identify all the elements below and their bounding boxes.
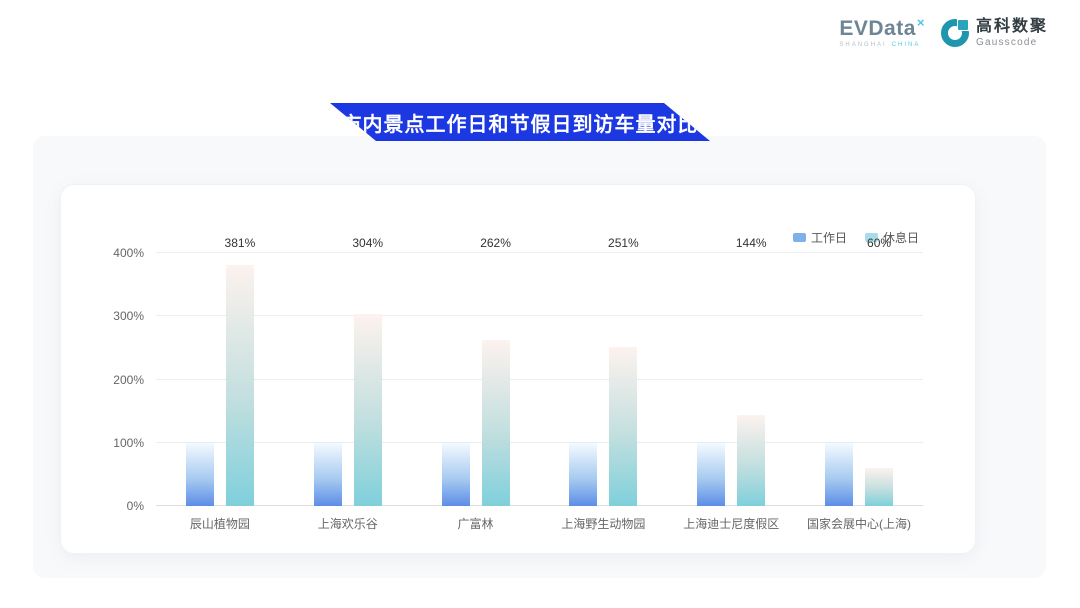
bar-restday: [609, 347, 637, 506]
bar-group: 381%辰山植物园: [186, 253, 254, 506]
bar-wrap: [569, 253, 597, 506]
bar-wrap: 304%: [354, 253, 382, 506]
gausscode-icon-square: [958, 20, 968, 30]
evdata-text: EVData: [839, 17, 916, 40]
bar-group: 262%广富林: [442, 253, 510, 506]
bar-workday: [825, 443, 853, 506]
legend-swatch: [793, 233, 806, 242]
category-label: 辰山植物园: [190, 515, 250, 532]
y-tick-label: 0%: [127, 499, 144, 513]
evdata-logo: EVData× SHANGHAI CHINA: [839, 18, 925, 48]
bar-wrap: 381%: [226, 253, 254, 506]
bar-wrap: 144%: [737, 253, 765, 506]
y-tick-label: 200%: [113, 373, 144, 387]
bar-restday: [354, 314, 382, 506]
bar-workday: [442, 443, 470, 506]
bar-group: 251%上海野生动物园: [569, 253, 637, 506]
bar-group: 144%上海迪士尼度假区: [697, 253, 765, 506]
bar-workday: [697, 443, 725, 506]
bar-workday: [569, 443, 597, 506]
evdata-sub-left: SHANGHAI: [839, 42, 886, 48]
page-title: 市内景点工作日和节假日到访车量对比: [342, 108, 699, 137]
bar-restday: [226, 265, 254, 506]
gausscode-icon: [941, 19, 969, 47]
category-label: 国家会展中心(上海): [807, 515, 911, 532]
bar-wrap: [442, 253, 470, 506]
evdata-wordmark: EVData×: [839, 18, 925, 40]
bar-value-label: 144%: [736, 236, 767, 250]
chart-legend: 工作日休息日: [793, 229, 919, 246]
category-label: 上海野生动物园: [561, 515, 645, 532]
bar-wrap: [314, 253, 342, 506]
y-axis-labels: 0%100%200%300%400%: [96, 253, 156, 506]
y-tick-label: 400%: [113, 246, 144, 260]
bar-value-label: 262%: [480, 236, 511, 250]
evdata-subtitle: SHANGHAI CHINA: [839, 42, 920, 48]
gausscode-logo: 高科数聚 Gausscode: [941, 18, 1048, 48]
gausscode-text: 高科数聚 Gausscode: [976, 18, 1048, 48]
bar-group: 304%上海欢乐谷: [314, 253, 382, 506]
bar-wrap: 60%: [865, 253, 893, 506]
bar-group: 60%国家会展中心(上海): [825, 253, 893, 506]
bar-restday: [865, 468, 893, 506]
bar-workday: [314, 443, 342, 506]
bar-wrap: 262%: [482, 253, 510, 506]
category-label: 广富林: [458, 515, 494, 532]
bar-workday: [186, 443, 214, 506]
evdata-sub-right: CHINA: [892, 42, 921, 48]
title-banner: 市内景点工作日和节假日到访车量对比: [330, 103, 710, 141]
bar-value-label: 304%: [352, 236, 383, 250]
outer-panel: 工作日休息日 0%100%200%300%400% 381%辰山植物园304%上…: [33, 136, 1046, 578]
bar-value-label: 60%: [867, 236, 891, 250]
bar-restday: [482, 340, 510, 506]
category-label: 上海欢乐谷: [318, 515, 378, 532]
evdata-x-mark: ×: [917, 15, 925, 30]
bar-wrap: [186, 253, 214, 506]
bar-wrap: [825, 253, 853, 506]
bar-groups: 381%辰山植物园 304%上海欢乐谷 262%广富林 251%上海野生动物园 144%…: [156, 253, 923, 506]
legend-item[interactable]: 工作日: [793, 229, 847, 246]
category-label: 上海迪士尼度假区: [683, 515, 779, 532]
bar-restday: [737, 415, 765, 506]
bar-value-label: 251%: [608, 236, 639, 250]
bar-value-label: 381%: [225, 236, 256, 250]
legend-label: 工作日: [811, 229, 847, 246]
bar-wrap: [697, 253, 725, 506]
bar-wrap: 251%: [609, 253, 637, 506]
plot-area: 0%100%200%300%400% 381%辰山植物园304%上海欢乐谷262…: [156, 253, 923, 506]
chart-card: 工作日休息日 0%100%200%300%400% 381%辰山植物园304%上…: [60, 184, 976, 554]
gausscode-name-cn: 高科数聚: [976, 18, 1048, 36]
gausscode-name-en: Gausscode: [976, 37, 1048, 48]
y-tick-label: 300%: [113, 309, 144, 323]
y-tick-label: 100%: [113, 436, 144, 450]
header-logos: EVData× SHANGHAI CHINA 高科数聚 Gausscode: [839, 18, 1048, 48]
